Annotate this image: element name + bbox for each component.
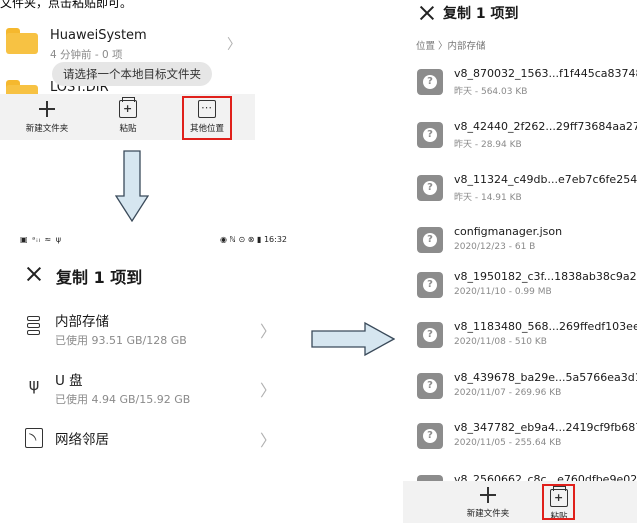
file-name: v8_42440_2f262...29ff73684aa270 <box>454 120 637 133</box>
location-name: U 盘 <box>55 373 83 389</box>
location-name: 内部存储 <box>55 314 109 330</box>
dialog-title: 复制 1 项到 <box>56 268 143 287</box>
close-icon[interactable] <box>419 5 435 21</box>
file-row[interactable]: ? v8_11324_c49db...e7eb7c6fe254c5 昨天 - 1… <box>403 166 637 219</box>
file-meta: 2020/11/05 - 255.64 KB <box>454 438 562 448</box>
location-usage: 已使用 93.51 GB/128 GB <box>55 334 187 347</box>
highlight-box <box>182 96 232 140</box>
file-name: v8_870032_1563...f1f445ca837484 <box>454 67 637 80</box>
folder-row[interactable]: HuaweiSystem 4 分钟前 - 0 项 〉 <box>0 26 255 66</box>
toast-message: 请选择一个本地目标文件夹 <box>52 62 212 86</box>
chevron-right-icon: 〉 <box>259 431 276 450</box>
chevron-right-icon: 〉 <box>259 322 276 341</box>
folder-name: HuaweiSystem <box>50 28 147 43</box>
file-meta: 昨天 - 28.94 KB <box>454 140 522 150</box>
paste-button[interactable]: + 粘贴 <box>108 94 148 140</box>
file-row[interactable]: ? v8_1183480_568...269ffedf103ee0e 2020/… <box>403 313 637 366</box>
file-row[interactable]: ? v8_347782_eb9a4...2419cf9fb6870f 2020/… <box>403 414 637 467</box>
file-meta: 2020/11/08 - 510 KB <box>454 337 547 347</box>
instruction-caption: 文件夹，点击粘贴即可。 <box>0 0 133 10</box>
storage-icon <box>25 316 43 336</box>
file-meta: 昨天 - 14.91 KB <box>454 193 522 203</box>
bottom-toolbar: 新建文件夹 + 粘贴 <box>403 481 637 523</box>
unknown-file-icon: ? <box>417 322 443 348</box>
status-right-icons: ◉ ℕ ⊙ ⊗ ▮ 16:32 <box>220 235 287 244</box>
file-name: v8_1183480_568...269ffedf103ee0e <box>454 320 637 333</box>
paste-label: 粘贴 <box>119 124 137 134</box>
panel-file-manager-paste: HuaweiSystem 4 分钟前 - 0 项 〉 LOST.DIR 请选择一… <box>0 12 255 140</box>
unknown-file-icon: ? <box>417 272 443 298</box>
file-meta: 2020/12/23 - 61 B <box>454 242 536 252</box>
unknown-file-icon: ? <box>417 373 443 399</box>
unknown-file-icon: ? <box>417 227 443 253</box>
file-row[interactable]: ? v8_439678_ba29e...5a5766ea3d147 2020/1… <box>403 364 637 417</box>
file-name: v8_11324_c49db...e7eb7c6fe254c5 <box>454 173 637 186</box>
network-icon <box>25 428 43 448</box>
location-usb-drive[interactable]: ψ U 盘 已使用 4.94 GB/15.92 GB 〉 <box>14 363 293 415</box>
usb-icon: ψ <box>28 375 40 394</box>
close-icon[interactable] <box>26 266 42 282</box>
new-folder-button[interactable]: 新建文件夹 <box>463 481 513 523</box>
unknown-file-icon: ? <box>417 122 443 148</box>
panel-internal-storage: 复制 1 项到 位置 〉内部存储 ? v8_870032_1563...f1f4… <box>403 0 637 523</box>
unknown-file-icon: ? <box>417 423 443 449</box>
location-internal-storage[interactable]: 内部存储 已使用 93.51 GB/128 GB 〉 <box>14 304 293 356</box>
status-left-icons: ▣ ᵃᵢₗ ≈ ψ <box>20 235 63 244</box>
file-row[interactable]: ? v8_1950182_c3f...1838ab38c9a23f 2020/1… <box>403 263 637 316</box>
location-network[interactable]: 网络邻居 〉 <box>14 422 293 458</box>
plus-icon <box>38 100 56 118</box>
folder-icon <box>6 28 38 54</box>
file-meta: 2020/11/10 - 0.99 MB <box>454 287 552 297</box>
panel-copy-destination: ▣ ᵃᵢₗ ≈ ψ ◉ ℕ ⊙ ⊗ ▮ 16:32 复制 1 项到 内部存储 已… <box>14 230 293 458</box>
file-name: configmanager.json <box>454 225 563 238</box>
unknown-file-icon: ? <box>417 69 443 95</box>
location-name: 网络邻居 <box>55 432 109 448</box>
file-meta: 2020/11/07 - 269.96 KB <box>454 388 562 398</box>
file-meta: 昨天 - 564.03 KB <box>454 87 528 97</box>
plus-icon <box>479 486 497 504</box>
chevron-right-icon: 〉 <box>227 37 241 53</box>
paste-icon: + <box>119 97 137 118</box>
chevron-right-icon: 〉 <box>259 381 276 400</box>
highlight-box <box>542 484 575 520</box>
new-folder-label: 新建文件夹 <box>466 509 510 519</box>
arrow-down-icon <box>115 150 149 222</box>
new-folder-label: 新建文件夹 <box>25 124 69 134</box>
file-row[interactable]: ? v8_42440_2f262...29ff73684aa270 昨天 - 2… <box>403 113 637 166</box>
unknown-file-icon: ? <box>417 175 443 201</box>
file-name: v8_1950182_c3f...1838ab38c9a23f <box>454 270 637 283</box>
arrow-right-icon <box>311 321 395 357</box>
file-row[interactable]: ? v8_870032_1563...f1f445ca837484 昨天 - 5… <box>403 60 637 113</box>
dialog-title: 复制 1 项到 <box>443 6 519 22</box>
file-name: v8_347782_eb9a4...2419cf9fb6870f <box>454 421 637 434</box>
breadcrumb: 位置 〉内部存储 <box>416 41 486 52</box>
status-bar: ▣ ᵃᵢₗ ≈ ψ ◉ ℕ ⊙ ⊗ ▮ 16:32 <box>14 234 293 248</box>
new-folder-button[interactable]: 新建文件夹 <box>22 94 72 140</box>
file-name: v8_439678_ba29e...5a5766ea3d147 <box>454 371 637 384</box>
location-usage: 已使用 4.94 GB/15.92 GB <box>55 393 191 406</box>
folder-meta: 4 分钟前 - 0 项 <box>50 49 123 61</box>
